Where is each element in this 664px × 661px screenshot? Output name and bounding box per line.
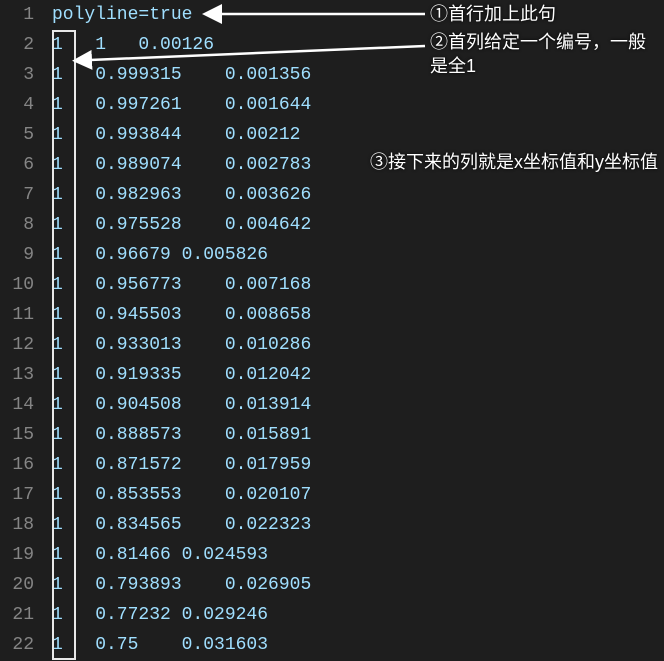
code-line[interactable]: 1 0.945503 0.008658 [52, 300, 664, 330]
code-line[interactable]: 1 0.888573 0.015891 [52, 420, 664, 450]
code-line[interactable]: 1 0.999315 0.001356 [52, 60, 664, 90]
line-number: 12 [0, 330, 34, 360]
code-line[interactable]: 1 0.989074 0.002783 [52, 150, 664, 180]
code-line[interactable]: 1 0.853553 0.020107 [52, 480, 664, 510]
code-line[interactable]: 1 0.956773 0.007168 [52, 270, 664, 300]
code-line[interactable]: 1 0.904508 0.013914 [52, 390, 664, 420]
line-number: 15 [0, 420, 34, 450]
line-number: 21 [0, 600, 34, 630]
line-number: 10 [0, 270, 34, 300]
line-number: 13 [0, 360, 34, 390]
code-area[interactable]: polyline=true1 1 0.001261 0.999315 0.001… [52, 0, 664, 661]
line-number: 3 [0, 60, 34, 90]
code-line[interactable]: 1 0.96679 0.005826 [52, 240, 664, 270]
code-line[interactable]: 1 0.75 0.031603 [52, 630, 664, 660]
line-number: 17 [0, 480, 34, 510]
line-number: 22 [0, 630, 34, 660]
line-number: 6 [0, 150, 34, 180]
line-number: 2 [0, 30, 34, 60]
line-number: 8 [0, 210, 34, 240]
code-line[interactable]: 1 0.834565 0.022323 [52, 510, 664, 540]
code-editor[interactable]: 12345678910111213141516171819202122 poly… [0, 0, 664, 661]
code-line[interactable]: 1 1 0.00126 [52, 30, 664, 60]
code-line[interactable]: 1 0.81466 0.024593 [52, 540, 664, 570]
line-number: 4 [0, 90, 34, 120]
line-number: 5 [0, 120, 34, 150]
line-number-gutter: 12345678910111213141516171819202122 [0, 0, 52, 661]
line-number: 7 [0, 180, 34, 210]
code-line[interactable]: 1 0.919335 0.012042 [52, 360, 664, 390]
line-number: 16 [0, 450, 34, 480]
code-line[interactable]: 1 0.77232 0.029246 [52, 600, 664, 630]
code-line[interactable]: 1 0.871572 0.017959 [52, 450, 664, 480]
line-number: 1 [0, 0, 34, 30]
code-line[interactable]: polyline=true [52, 0, 664, 30]
line-number: 20 [0, 570, 34, 600]
line-number: 18 [0, 510, 34, 540]
code-line[interactable]: 1 0.933013 0.010286 [52, 330, 664, 360]
code-line[interactable]: 1 0.993844 0.00212 [52, 120, 664, 150]
code-line[interactable]: 1 0.997261 0.001644 [52, 90, 664, 120]
line-number: 19 [0, 540, 34, 570]
code-line[interactable]: 1 0.793893 0.026905 [52, 570, 664, 600]
line-number: 9 [0, 240, 34, 270]
line-number: 11 [0, 300, 34, 330]
code-line[interactable]: 1 0.975528 0.004642 [52, 210, 664, 240]
code-line[interactable]: 1 0.982963 0.003626 [52, 180, 664, 210]
line-number: 14 [0, 390, 34, 420]
